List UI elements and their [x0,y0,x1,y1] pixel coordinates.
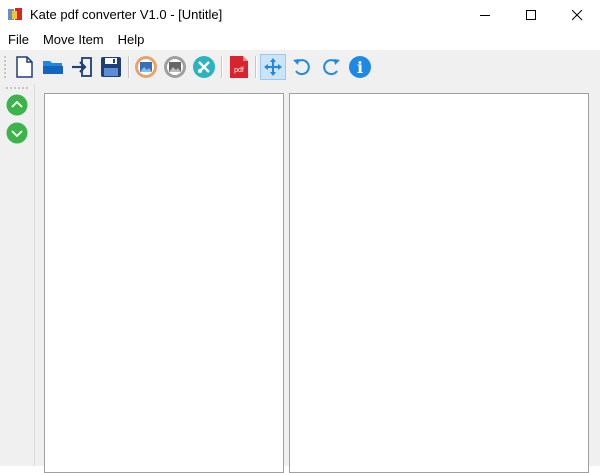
move-up-button[interactable] [5,93,29,117]
side-toolbar-grip[interactable] [5,87,29,89]
svg-text:pdf: pdf [234,67,244,74]
preview-panel[interactable] [289,93,589,473]
add-image-icon [135,56,157,78]
save-icon [101,57,121,77]
rotate-right-button[interactable] [318,54,344,80]
side-toolbar [0,84,35,466]
rotate-right-icon [323,59,340,76]
title-bar: Kate pdf converter V1.0 - [Untitle] [0,0,600,30]
new-file-icon [16,56,33,78]
close-icon [571,9,582,20]
save-button[interactable] [98,54,124,80]
new-button[interactable] [11,54,37,80]
window-title: Kate pdf converter V1.0 - [Untitle] [30,7,223,22]
open-button[interactable] [40,54,66,80]
fit-button[interactable] [260,54,286,80]
info-button[interactable]: i [347,54,373,80]
menu-bar: File Move Item Help [0,30,600,50]
menu-file[interactable]: File [0,30,36,50]
open-folder-icon [43,61,63,74]
move-down-icon [6,122,28,144]
import-button[interactable] [69,54,95,80]
import-icon [72,57,92,77]
pdf-icon: pdf [230,56,248,78]
pdf-button[interactable]: pdf [226,54,252,80]
add-image-button[interactable] [133,54,159,80]
minimize-button[interactable] [462,0,508,30]
maximize-icon [525,9,536,20]
toolbar-grip[interactable] [4,55,6,79]
rotate-left-button[interactable] [289,54,315,80]
image-button[interactable] [162,54,188,80]
tools-button[interactable] [191,54,217,80]
menu-move-item[interactable]: Move Item [36,30,111,50]
info-icon: i [349,56,371,78]
close-button[interactable] [554,0,600,30]
content-area [35,84,600,473]
move-down-button[interactable] [5,121,29,145]
toolbar: pdf i [0,50,600,85]
rotate-left-icon [293,59,310,76]
tools-icon [193,56,215,78]
menu-help[interactable]: Help [111,30,152,50]
fit-icon [264,58,282,76]
file-list-panel[interactable] [44,93,284,473]
app-logo-icon [8,8,22,20]
minimize-icon [479,14,490,16]
maximize-button[interactable] [508,0,554,30]
image-icon [164,56,186,78]
move-up-icon [6,94,28,116]
svg-text:i: i [357,58,363,77]
